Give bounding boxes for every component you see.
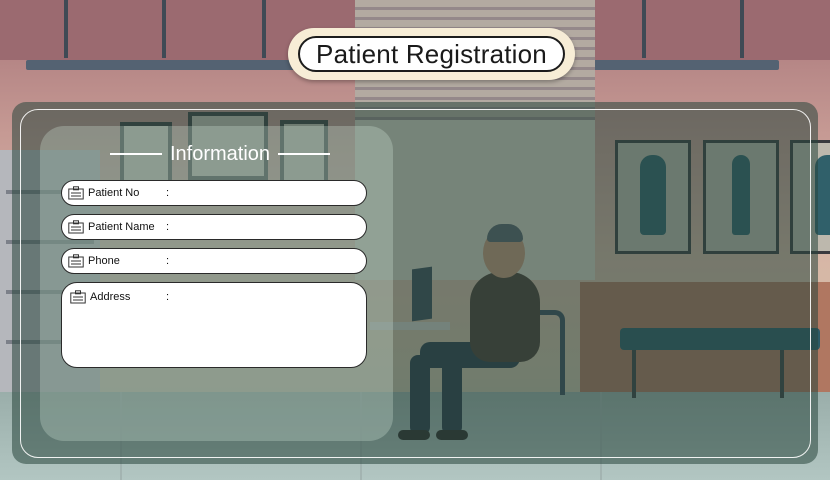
information-heading: Information	[110, 142, 330, 166]
id-card-icon	[68, 220, 84, 234]
patient-name-field[interactable]: Patient Name :	[61, 214, 367, 240]
id-card-icon	[70, 290, 86, 304]
information-title: Information	[169, 142, 271, 165]
separator: :	[166, 291, 170, 303]
address-label: Address	[90, 291, 131, 303]
phone-input[interactable]	[178, 252, 354, 272]
patient-no-input[interactable]	[178, 184, 354, 204]
header-title-box: Patient Registration	[298, 36, 565, 72]
patient-name-label: Patient Name	[88, 221, 155, 233]
ceiling-lamp	[26, 60, 296, 70]
ceiling-lamp	[575, 60, 779, 70]
heading-divider-right	[278, 153, 330, 155]
heading-divider-left	[110, 153, 162, 155]
patient-no-label: Patient No	[88, 187, 140, 199]
patient-name-input[interactable]	[178, 218, 354, 238]
lamp-rod	[64, 0, 68, 58]
phone-field[interactable]: Phone :	[61, 248, 367, 274]
separator: :	[166, 255, 170, 267]
page-title: Patient Registration	[316, 38, 547, 69]
id-card-icon	[68, 254, 84, 268]
lamp-rod	[262, 0, 266, 58]
lamp-rod	[642, 0, 646, 58]
patient-no-field[interactable]: Patient No :	[61, 180, 367, 206]
lamp-rod	[162, 0, 166, 58]
address-input[interactable]	[178, 286, 354, 360]
phone-label: Phone	[88, 255, 120, 267]
lamp-rod	[740, 0, 744, 58]
id-card-icon	[68, 186, 84, 200]
separator: :	[166, 187, 170, 199]
address-field[interactable]: Address :	[61, 282, 367, 368]
header-pill: Patient Registration	[288, 28, 575, 80]
separator: :	[166, 221, 170, 233]
